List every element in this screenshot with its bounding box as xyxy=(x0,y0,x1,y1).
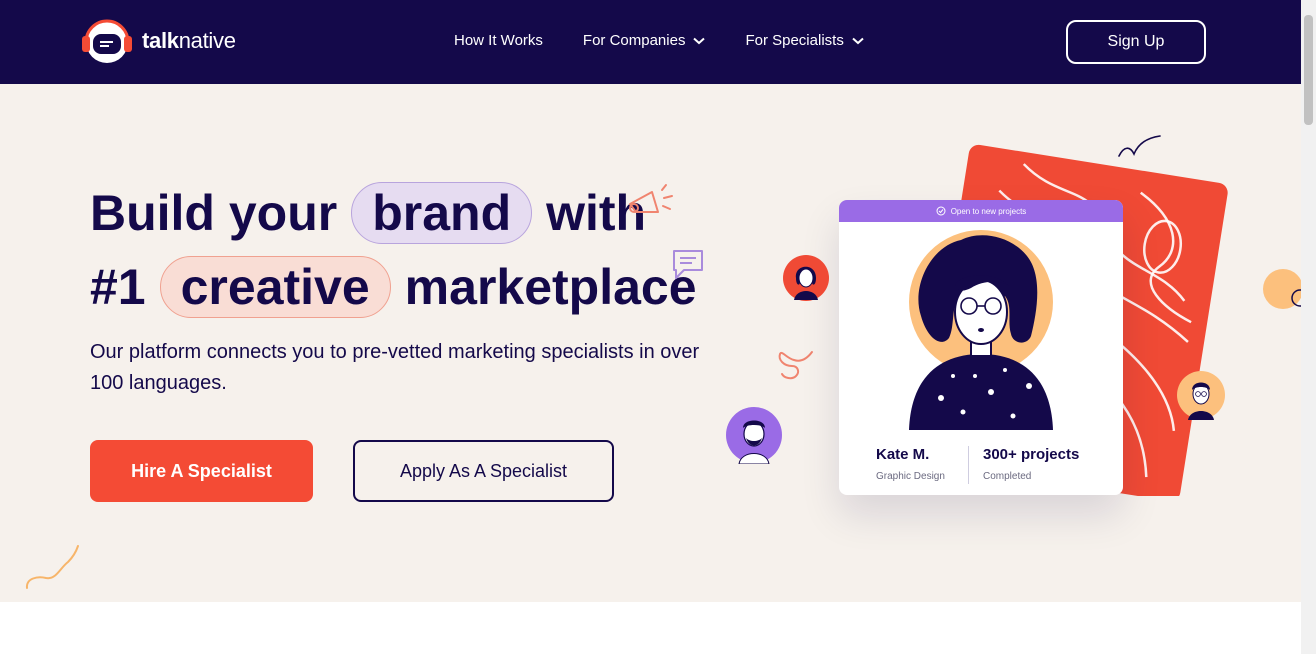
apply-specialist-button[interactable]: Apply As A Specialist xyxy=(353,440,614,502)
top-navbar: talknative How It Works For Companies Fo… xyxy=(0,0,1316,84)
hero-heading-line-1: Build your brand with xyxy=(90,182,646,244)
chevron-down-icon xyxy=(693,37,706,44)
peach-circle-decoration xyxy=(1263,269,1301,309)
sign-up-button[interactable]: Sign Up xyxy=(1066,20,1206,64)
avatar-purple xyxy=(726,407,782,464)
chat-bubble-icon xyxy=(673,250,703,279)
nav-for-specialists[interactable]: For Specialists xyxy=(745,32,864,49)
main-nav: How It Works For Companies For Specialis… xyxy=(454,32,864,49)
availability-badge-label: Open to new projects xyxy=(950,206,1027,216)
availability-badge: Open to new projects xyxy=(839,200,1123,222)
profile-card-footer: Kate M. Graphic Design 300+ projects Com… xyxy=(839,440,1123,495)
hero-heading-line-2: #1 creative marketplace xyxy=(90,256,697,318)
squiggle-decoration xyxy=(25,545,79,589)
specialist-profile-card[interactable]: Open to new projects Kate M. Graphic Des… xyxy=(839,200,1123,495)
nav-how-it-works[interactable]: How It Works xyxy=(454,32,543,49)
nav-for-specialists-label: For Specialists xyxy=(745,32,844,49)
hire-specialist-button[interactable]: Hire A Specialist xyxy=(90,440,313,502)
hero-section: Build your brand with #1 creative market… xyxy=(0,84,1301,602)
heading-text: marketplace xyxy=(404,259,697,315)
avatar-peach xyxy=(1177,371,1225,420)
heading-text: #1 xyxy=(90,259,146,315)
nav-for-companies[interactable]: For Companies xyxy=(583,32,706,49)
chevron-down-icon xyxy=(852,37,864,44)
scrollbar-thumb[interactable] xyxy=(1304,15,1313,125)
nav-for-companies-label: For Companies xyxy=(582,32,686,49)
projects-count: 300+ projects xyxy=(983,446,1080,463)
heading-pill-creative: creative xyxy=(159,256,391,318)
specialist-avatar-illustration xyxy=(909,230,1053,430)
hero-subtitle: Our platform connects you to pre-vetted … xyxy=(90,341,700,394)
check-circle-icon xyxy=(936,206,946,216)
avatar-red xyxy=(783,255,829,301)
projects-caption: Completed xyxy=(983,471,1032,482)
heading-text: Build your xyxy=(90,185,338,241)
logo-headphones-icon xyxy=(82,19,132,63)
logo[interactable]: talknative xyxy=(80,18,236,64)
specialist-role: Graphic Design xyxy=(876,471,945,482)
megaphone-icon xyxy=(629,184,673,213)
logo-wordmark: talknative xyxy=(142,28,236,53)
heading-pill-brand: brand xyxy=(351,182,533,244)
specialist-name: Kate M. xyxy=(876,446,930,463)
loop-squiggle-decoration xyxy=(778,351,813,380)
nav-how-it-works-label: How It Works xyxy=(454,32,543,49)
footer-divider xyxy=(968,446,969,484)
